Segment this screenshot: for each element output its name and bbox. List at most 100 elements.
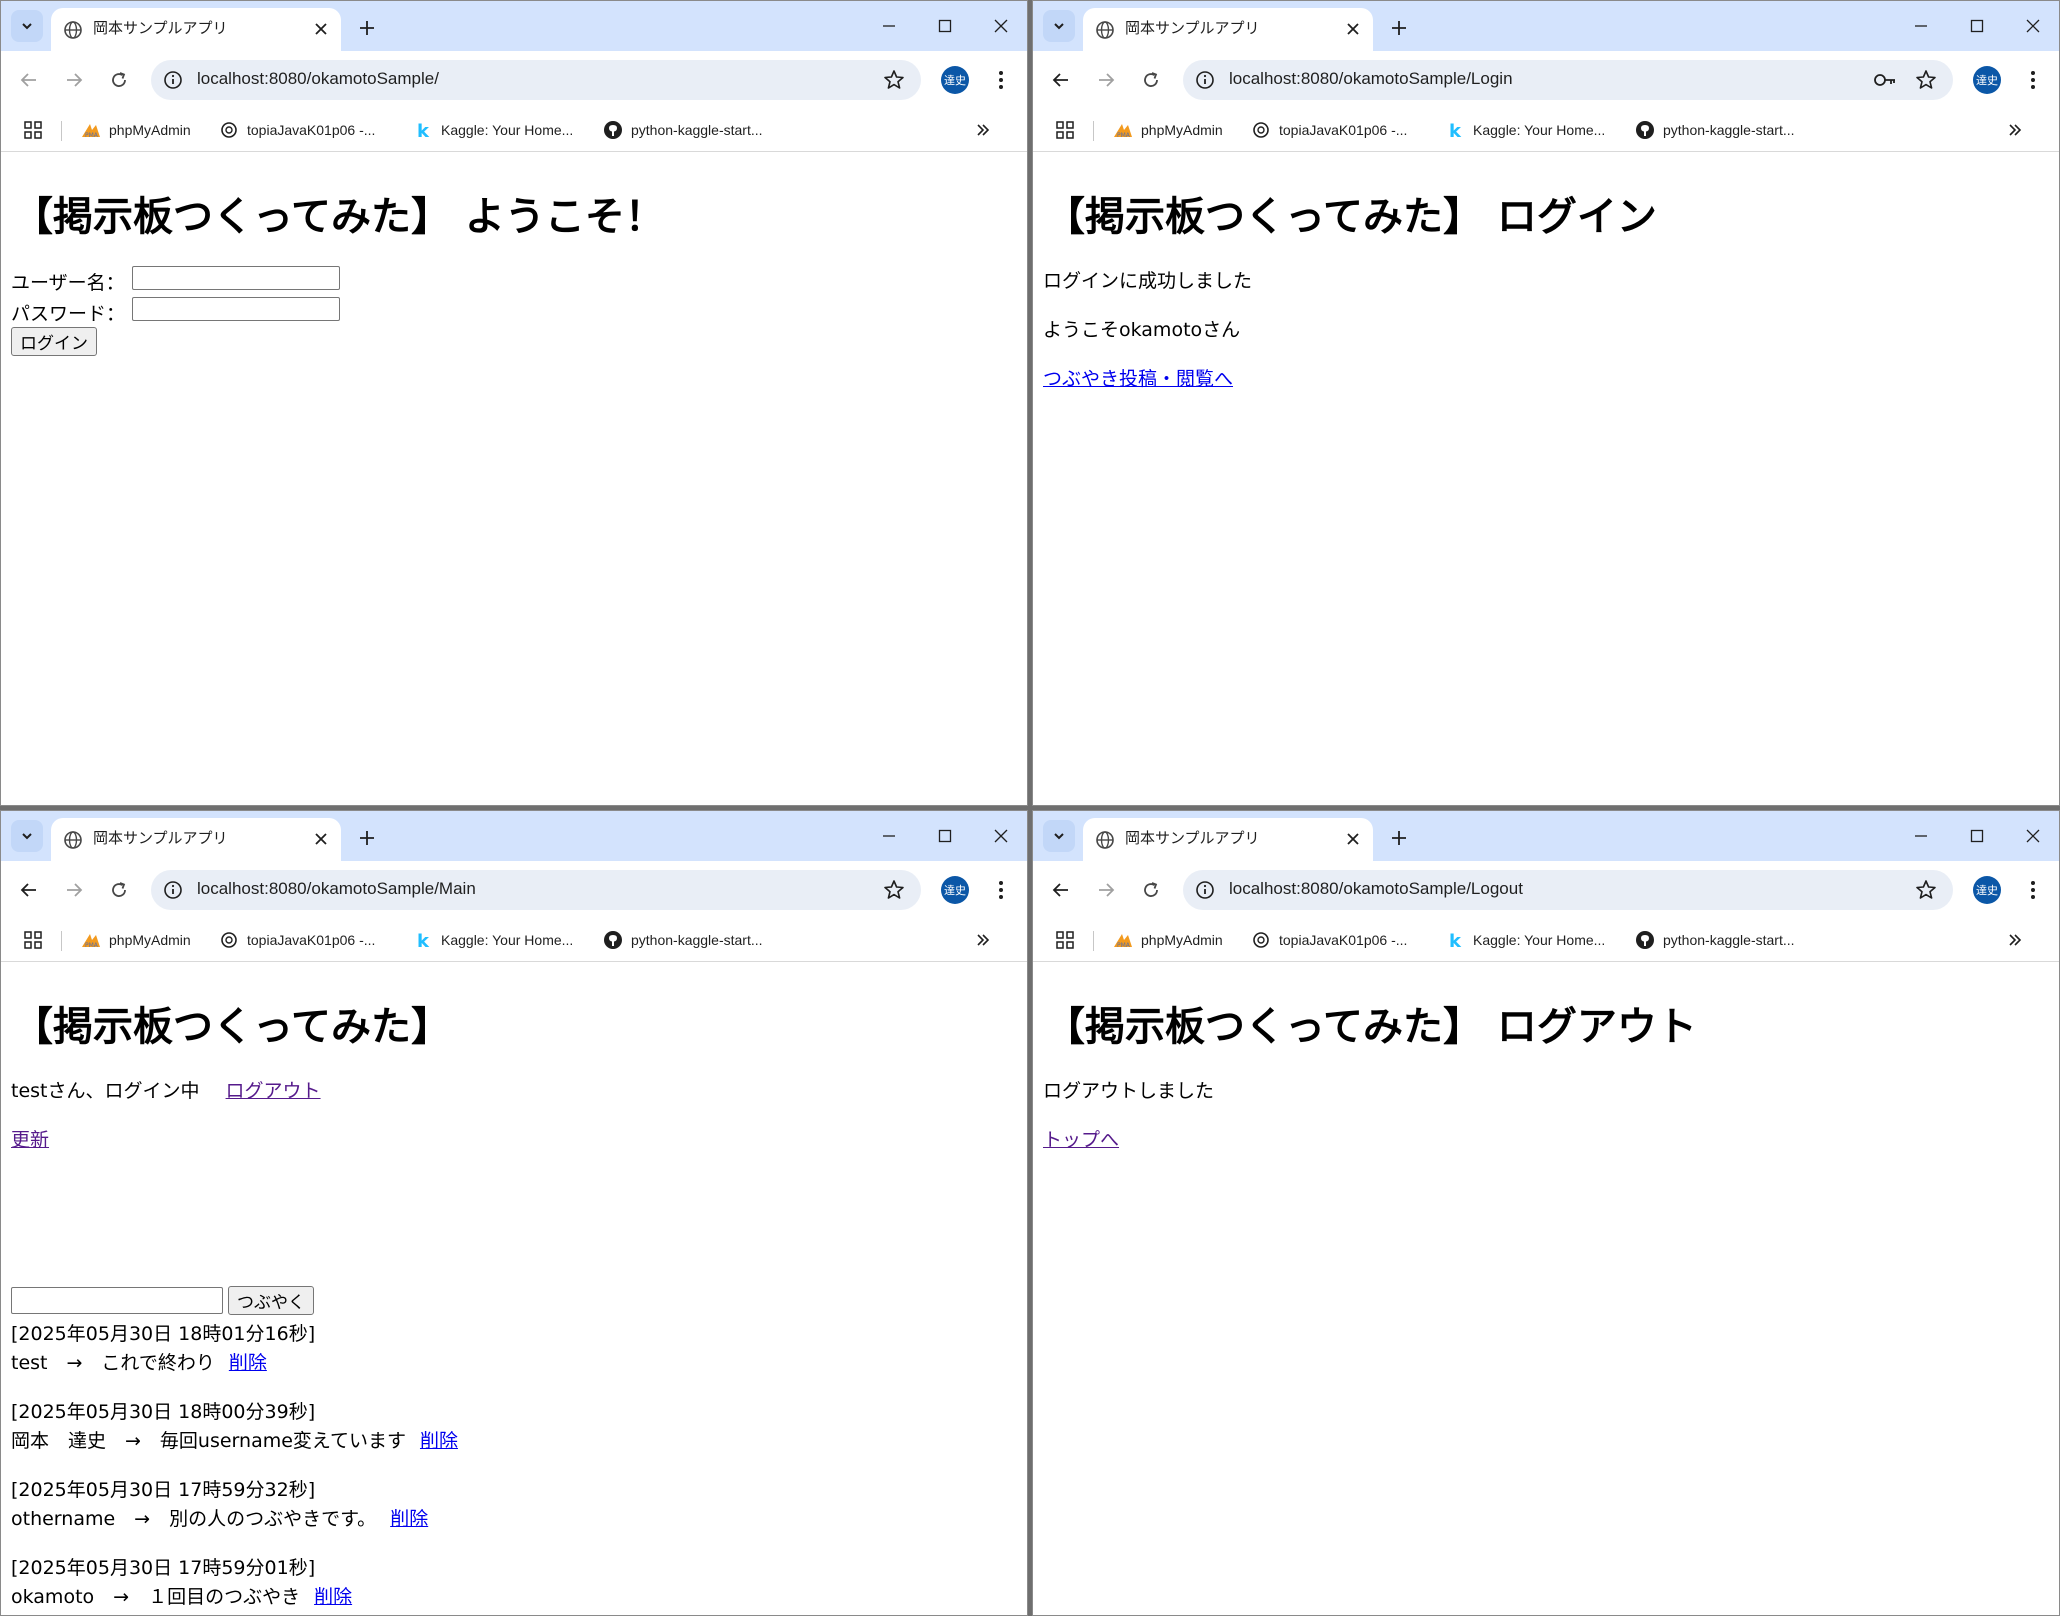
menu-button[interactable] [2019, 876, 2047, 904]
star-icon[interactable] [1915, 879, 1937, 901]
tab-close-icon[interactable] [311, 829, 331, 849]
active-tab[interactable]: 岡本サンプルアプリ [51, 8, 341, 51]
bookmark-phpmyadmin[interactable]: PMA phpMyAdmin [81, 119, 191, 141]
menu-button[interactable] [987, 876, 1015, 904]
bookmark-topiajava[interactable]: topiaJavaK01p06 -... [219, 929, 375, 951]
apps-grid-icon[interactable] [23, 930, 43, 950]
delete-link[interactable]: 削除 [229, 1352, 267, 1374]
bookmark-topiajava[interactable]: topiaJavaK01p06 -... [1251, 929, 1407, 951]
apps-grid-icon[interactable] [1055, 120, 1075, 140]
more-bookmarks-button[interactable] [971, 119, 995, 141]
maximize-button[interactable] [923, 821, 967, 851]
tab-close-icon[interactable] [311, 19, 331, 39]
reload-button[interactable] [1137, 66, 1165, 94]
profile-avatar[interactable]: 達史 [1973, 66, 2001, 94]
star-icon[interactable] [883, 879, 905, 901]
tab-close-icon[interactable] [1343, 19, 1363, 39]
minimize-button[interactable] [867, 821, 911, 851]
bookmark-github[interactable]: python-kaggle-start... [1635, 119, 1795, 141]
username-input[interactable] [132, 266, 340, 290]
profile-avatar[interactable]: 達史 [941, 876, 969, 904]
address-bar[interactable]: localhost:8080/okamotoSample/Main [151, 870, 921, 910]
delete-link[interactable]: 削除 [420, 1430, 458, 1452]
address-bar[interactable]: localhost:8080/okamotoSample/ [151, 60, 921, 100]
forward-button[interactable] [1092, 66, 1120, 94]
info-icon[interactable] [1195, 70, 1215, 90]
bookmark-github[interactable]: python-kaggle-start... [603, 119, 763, 141]
address-bar[interactable]: localhost:8080/okamotoSample/Login [1183, 60, 1953, 100]
bookmark-topiajava[interactable]: topiaJavaK01p06 -... [219, 119, 375, 141]
delete-link[interactable]: 削除 [390, 1508, 428, 1530]
maximize-button[interactable] [1955, 821, 1999, 851]
back-button[interactable] [15, 876, 43, 904]
new-tab-button[interactable] [353, 824, 381, 852]
new-tab-button[interactable] [1385, 824, 1413, 852]
active-tab[interactable]: 岡本サンプルアプリ [1083, 818, 1373, 861]
back-button[interactable] [1047, 876, 1075, 904]
minimize-button[interactable] [1899, 821, 1943, 851]
profile-avatar[interactable]: 達史 [1973, 876, 2001, 904]
address-bar[interactable]: localhost:8080/okamotoSample/Logout [1183, 870, 1953, 910]
info-icon[interactable] [1195, 880, 1215, 900]
active-tab[interactable]: 岡本サンプルアプリ [1083, 8, 1373, 51]
post-button[interactable]: つぶやく [228, 1286, 314, 1315]
more-bookmarks-button[interactable] [2003, 929, 2027, 951]
url-text[interactable]: localhost:8080/okamotoSample/Main [197, 879, 476, 899]
logout-link[interactable]: ログアウト [226, 1080, 321, 1102]
close-window-button[interactable] [2011, 821, 2055, 851]
tab-search-button[interactable] [11, 820, 43, 852]
back-button[interactable] [15, 66, 43, 94]
bookmark-phpmyadmin[interactable]: PMA phpMyAdmin [1113, 119, 1223, 141]
url-text[interactable]: localhost:8080/okamotoSample/Logout [1229, 879, 1523, 899]
bookmark-kaggle[interactable]: k Kaggle: Your Home... [1445, 929, 1605, 951]
active-tab[interactable]: 岡本サンプルアプリ [51, 818, 341, 861]
maximize-button[interactable] [1955, 11, 1999, 41]
back-button[interactable] [1047, 66, 1075, 94]
login-button[interactable]: ログイン [11, 327, 97, 356]
minimize-button[interactable] [867, 11, 911, 41]
close-window-button[interactable] [2011, 11, 2055, 41]
tab-search-button[interactable] [11, 10, 43, 42]
maximize-button[interactable] [923, 11, 967, 41]
key-icon[interactable] [1873, 70, 1897, 90]
close-window-button[interactable] [979, 11, 1023, 41]
delete-link[interactable]: 削除 [314, 1586, 352, 1608]
bookmark-phpmyadmin[interactable]: PMA phpMyAdmin [1113, 929, 1223, 951]
reload-button[interactable] [1137, 876, 1165, 904]
bookmark-kaggle[interactable]: k Kaggle: Your Home... [1445, 119, 1605, 141]
forward-button[interactable] [60, 66, 88, 94]
profile-avatar[interactable]: 達史 [941, 66, 969, 94]
posts-link[interactable]: つぶやき投稿・閲覧へ [1043, 368, 1233, 390]
url-text[interactable]: localhost:8080/okamotoSample/ [197, 69, 439, 89]
refresh-link[interactable]: 更新 [11, 1129, 49, 1151]
menu-button[interactable] [2019, 66, 2047, 94]
bookmark-topiajava[interactable]: topiaJavaK01p06 -... [1251, 119, 1407, 141]
top-link[interactable]: トップへ [1043, 1129, 1119, 1151]
apps-grid-icon[interactable] [1055, 930, 1075, 950]
apps-grid-icon[interactable] [23, 120, 43, 140]
bookmark-kaggle[interactable]: k Kaggle: Your Home... [413, 929, 573, 951]
tab-close-icon[interactable] [1343, 829, 1363, 849]
new-tab-button[interactable] [1385, 14, 1413, 42]
tab-search-button[interactable] [1043, 10, 1075, 42]
post-input[interactable] [11, 1287, 223, 1314]
tab-search-button[interactable] [1043, 820, 1075, 852]
more-bookmarks-button[interactable] [2003, 119, 2027, 141]
url-text[interactable]: localhost:8080/okamotoSample/Login [1229, 69, 1513, 89]
info-icon[interactable] [163, 880, 183, 900]
star-icon[interactable] [1915, 69, 1937, 91]
password-input[interactable] [132, 297, 340, 321]
bookmark-phpmyadmin[interactable]: PMA phpMyAdmin [81, 929, 191, 951]
bookmark-kaggle[interactable]: k Kaggle: Your Home... [413, 119, 573, 141]
reload-button[interactable] [105, 66, 133, 94]
bookmark-github[interactable]: python-kaggle-start... [1635, 929, 1795, 951]
star-icon[interactable] [883, 69, 905, 91]
menu-button[interactable] [987, 66, 1015, 94]
close-window-button[interactable] [979, 821, 1023, 851]
more-bookmarks-button[interactable] [971, 929, 995, 951]
bookmark-github[interactable]: python-kaggle-start... [603, 929, 763, 951]
minimize-button[interactable] [1899, 11, 1943, 41]
forward-button[interactable] [1092, 876, 1120, 904]
reload-button[interactable] [105, 876, 133, 904]
forward-button[interactable] [60, 876, 88, 904]
